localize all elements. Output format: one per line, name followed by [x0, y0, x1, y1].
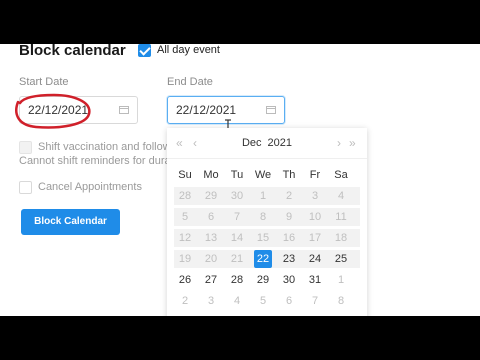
day-cell[interactable]: 5 [254, 292, 272, 310]
annotation-circle [15, 93, 91, 129]
day-cell[interactable]: 1 [332, 271, 350, 289]
day-cell[interactable]: 5 [176, 208, 194, 226]
day-cell[interactable]: 10 [306, 208, 324, 226]
day-cell[interactable]: 7 [306, 292, 324, 310]
day-cell[interactable]: 9 [280, 208, 298, 226]
day-cell[interactable]: 13 [202, 229, 220, 247]
shift-reminders-note: Cannot shift reminders for duratio [19, 155, 183, 167]
weekday-header: Mo [203, 169, 219, 181]
day-cell[interactable]: 28 [228, 271, 246, 289]
day-cell[interactable]: 4 [228, 292, 246, 310]
day-cell[interactable]: 29 [202, 187, 220, 205]
day-cell[interactable]: 30 [280, 271, 298, 289]
weekday-header: We [254, 169, 272, 181]
calendar-icon [119, 106, 129, 114]
weekday-header: Fr [309, 169, 321, 181]
day-cell[interactable]: 14 [228, 229, 246, 247]
day-cell[interactable]: 18 [332, 229, 350, 247]
weekday-header: Th [282, 169, 296, 181]
day-cell[interactable]: 30 [228, 187, 246, 205]
block-calendar-button[interactable]: Block Calendar [21, 209, 120, 235]
day-cell[interactable]: 8 [254, 208, 272, 226]
day-cell[interactable]: 19 [176, 250, 194, 268]
day-cell[interactable]: 2 [176, 292, 194, 310]
day-cell[interactable]: 15 [254, 229, 272, 247]
day-cell[interactable]: 23 [280, 250, 298, 268]
date-picker-popup: « ‹ Dec 2021 › » Su Mo Tu We Th Fr Sa 28 29 30 1 2 3 4… [167, 128, 367, 316]
day-cell[interactable]: 25 [332, 250, 350, 268]
next-year-icon[interactable]: » [349, 136, 356, 150]
weekday-header: Sa [334, 169, 348, 181]
day-cell[interactable]: 29 [254, 271, 272, 289]
day-cell[interactable]: 3 [306, 187, 324, 205]
end-date-label: End Date [167, 76, 213, 88]
next-month-icon[interactable]: › [337, 136, 341, 150]
day-cell-selected[interactable]: 22 [254, 250, 272, 268]
day-cell[interactable]: 2 [280, 187, 298, 205]
calendar-icon [266, 106, 276, 114]
day-cell[interactable]: 21 [228, 250, 246, 268]
cancel-appointments-label: Cancel Appointments [38, 181, 142, 193]
page-title: Block calendar [19, 44, 126, 59]
all-day-checkbox[interactable] [138, 44, 151, 57]
day-cell[interactable]: 6 [280, 292, 298, 310]
day-cell[interactable]: 3 [202, 292, 220, 310]
start-date-label: Start Date [19, 76, 69, 88]
day-cell[interactable]: 31 [306, 271, 324, 289]
day-cell[interactable]: 8 [332, 292, 350, 310]
day-cell[interactable]: 20 [202, 250, 220, 268]
day-cell[interactable]: 28 [176, 187, 194, 205]
weekday-header: Su [178, 169, 192, 181]
day-cell[interactable]: 12 [176, 229, 194, 247]
day-cell[interactable]: 26 [176, 271, 194, 289]
cancel-appointments-checkbox[interactable] [19, 181, 32, 194]
year-label[interactable]: 2021 [268, 137, 292, 149]
day-cell[interactable]: 7 [228, 208, 246, 226]
day-cell[interactable]: 11 [332, 208, 350, 226]
all-day-label: All day event [157, 44, 220, 56]
block-calendar-form: Block calendar All day event Start Date … [0, 44, 480, 316]
month-label[interactable]: Dec [242, 137, 262, 149]
end-date-value: 22/12/2021 [176, 103, 237, 117]
shift-vaccination-checkbox[interactable] [19, 141, 32, 154]
weekday-header: Tu [230, 169, 244, 181]
day-cell[interactable]: 17 [306, 229, 324, 247]
day-cell[interactable]: 6 [202, 208, 220, 226]
shift-vaccination-label: Shift vaccination and follow u [38, 141, 180, 153]
day-cell[interactable]: 16 [280, 229, 298, 247]
day-cell[interactable]: 4 [332, 187, 350, 205]
day-cell[interactable]: 27 [202, 271, 220, 289]
day-cell[interactable]: 24 [306, 250, 324, 268]
day-cell[interactable]: 1 [254, 187, 272, 205]
date-picker-header: « ‹ Dec 2021 › » [167, 128, 367, 159]
